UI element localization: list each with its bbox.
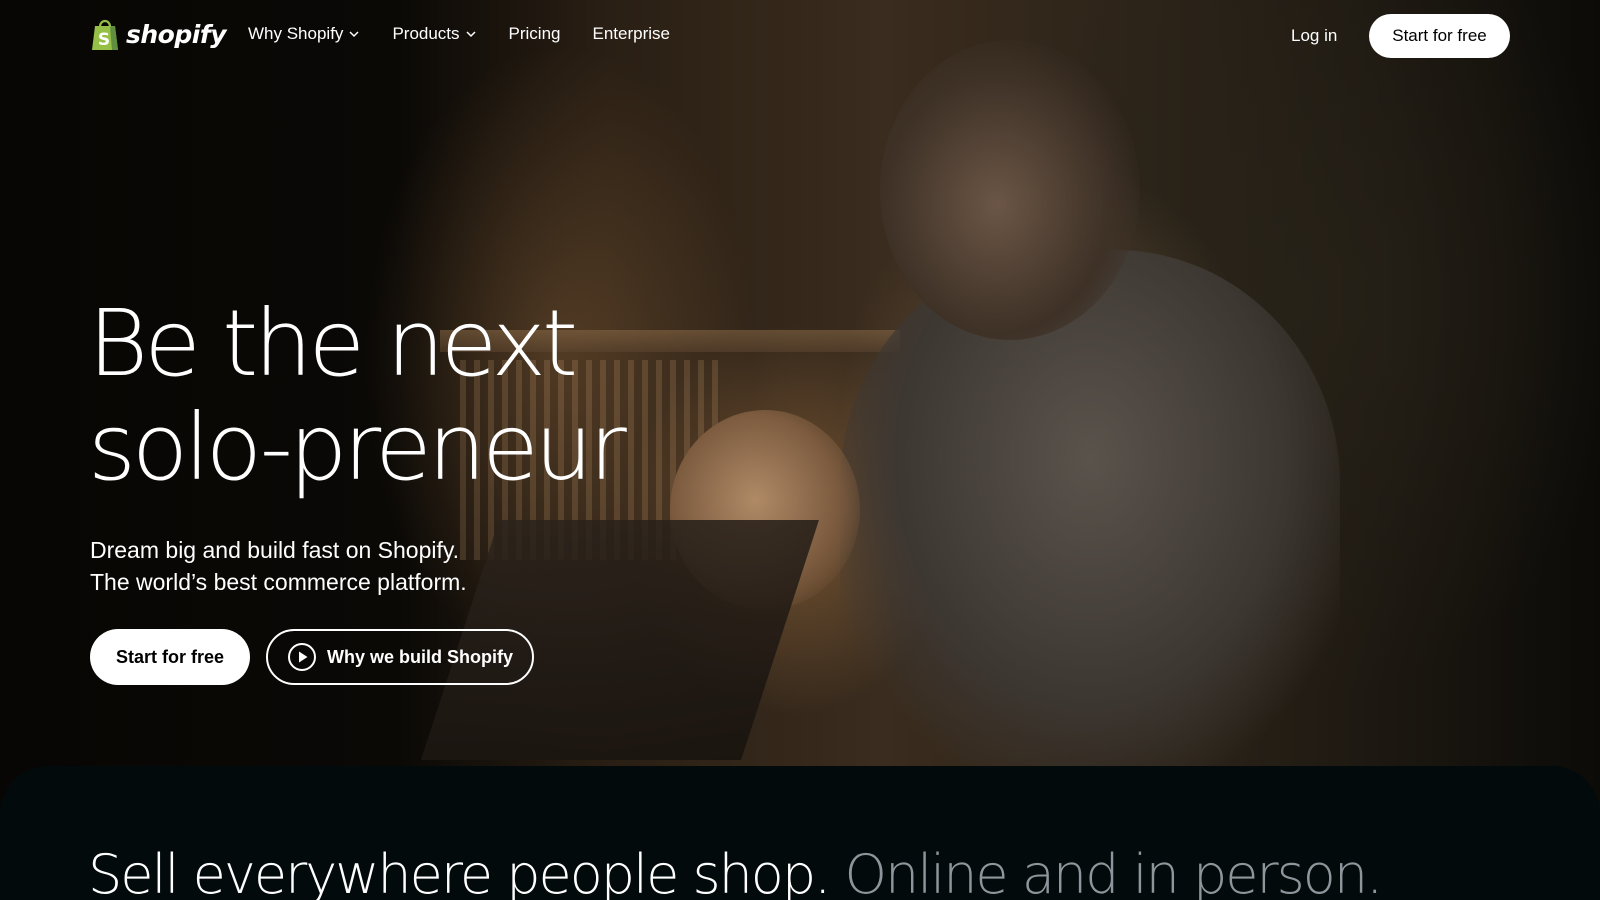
hero-headline-line: Be the next	[88, 290, 578, 397]
nav-item-products[interactable]: Products	[392, 24, 476, 44]
hero-headline: Be the next solo-preneur	[88, 290, 627, 501]
login-link[interactable]: Log in	[1291, 26, 1337, 46]
nav-links: Why Shopify Products Pricing Enterprise	[248, 24, 702, 44]
photo-woman-body	[840, 250, 1340, 770]
why-we-build-label: Why we build Shopify	[327, 646, 513, 667]
photo-woman-head	[880, 40, 1140, 340]
chevron-down-icon	[349, 31, 359, 38]
nav-item-pricing[interactable]: Pricing	[509, 24, 561, 44]
hero-headline-line: solo-preneur	[88, 394, 627, 501]
shopify-logo[interactable]: S shopify	[90, 17, 227, 51]
nav-item-label: Pricing	[508, 24, 561, 43]
nav-start-free-button[interactable]: Start for free	[1369, 14, 1510, 58]
play-circle-icon	[288, 643, 316, 671]
chevron-down-icon	[466, 31, 476, 38]
brand-name: shopify	[126, 19, 227, 49]
nav-item-label: Products	[392, 24, 460, 43]
hero-subtext: Dream big and build fast on Shopify. The…	[90, 534, 467, 598]
hero-start-free-button[interactable]: Start for free	[90, 629, 250, 685]
nav-item-label: Why Shopify	[248, 24, 344, 43]
nav-item-why-shopify[interactable]: Why Shopify	[248, 24, 360, 44]
hero-subtext-line: Dream big and build fast on Shopify.	[90, 537, 460, 563]
svg-text:S: S	[98, 30, 110, 50]
nav-item-label: Enterprise	[592, 24, 670, 43]
hero-subtext-line: The world’s best commerce platform.	[90, 569, 467, 595]
section-heading-primary: Sell everywhere people shop.	[88, 843, 831, 900]
shopping-bag-icon: S	[92, 19, 118, 50]
section-heading-muted: Online and in person.	[844, 843, 1383, 900]
nav-item-enterprise[interactable]: Enterprise	[593, 24, 670, 44]
why-we-build-button[interactable]: Why we build Shopify	[266, 629, 534, 685]
section-heading: Sell everywhere people shop. Online and …	[88, 840, 1383, 900]
top-navigation: S shopify Why Shopify Products Pricing E…	[0, 0, 1600, 72]
